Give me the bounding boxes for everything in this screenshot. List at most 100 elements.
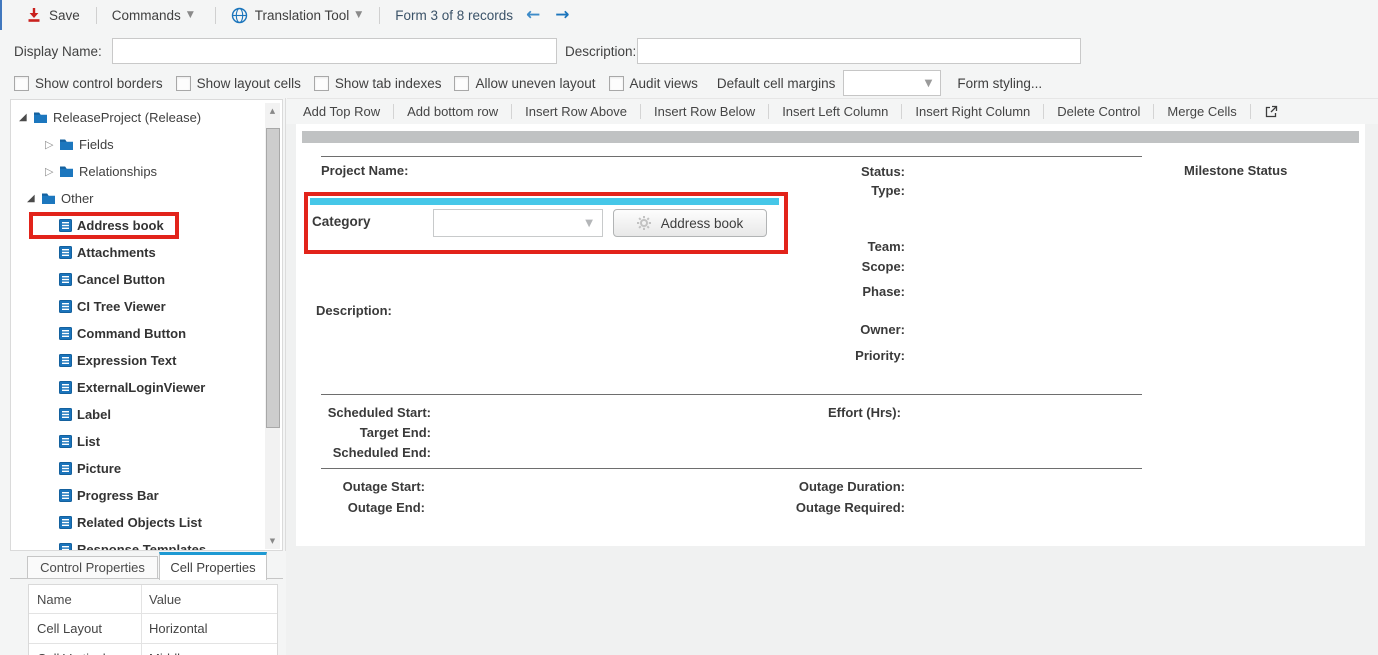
collapse-arrow-icon[interactable]: ◢ xyxy=(19,113,33,123)
checkbox-box[interactable] xyxy=(176,76,191,91)
tree-item-label: Picture xyxy=(77,461,121,476)
tree-item-label[interactable]: Label xyxy=(11,401,265,428)
display-name-input[interactable] xyxy=(112,38,557,64)
form-label-scheduled-end[interactable]: Scheduled End: xyxy=(333,445,431,460)
insert-left-column-button[interactable]: Insert Left Column xyxy=(782,104,888,119)
tree-item-label: Label xyxy=(77,407,111,422)
form-label-outage-duration[interactable]: Outage Duration: xyxy=(799,479,905,494)
description-input[interactable] xyxy=(637,38,1081,64)
horizontal-rule xyxy=(321,394,1142,395)
tree-item-cancel-button[interactable]: Cancel Button xyxy=(11,266,265,293)
checkbox-box[interactable] xyxy=(609,76,624,91)
control-icon xyxy=(59,408,72,421)
form-label-owner[interactable]: Owner: xyxy=(860,322,905,337)
options-row-checkboxes: Show control borders Show layout cells Sho… xyxy=(14,76,711,91)
property-row-cell-layout[interactable]: Cell LayoutHorizontal xyxy=(29,613,277,643)
form-label-target-end[interactable]: Target End: xyxy=(360,425,431,440)
translation-tool-menu-button[interactable]: Translation Tool ▼ xyxy=(231,7,362,24)
form-label-outage-required[interactable]: Outage Required: xyxy=(796,500,905,515)
folder-icon xyxy=(41,192,56,205)
globe-icon xyxy=(231,7,248,24)
tree-item-releaseproject-release[interactable]: ◢ReleaseProject (Release) xyxy=(11,104,265,131)
checkbox-show-control-borders[interactable]: Show control borders xyxy=(14,76,163,91)
tree-item-label: Progress Bar xyxy=(77,488,159,503)
scroll-up-button[interactable]: ▲ xyxy=(265,103,280,119)
description-label: Description: xyxy=(565,44,636,59)
collapse-arrow-icon[interactable]: ◢ xyxy=(27,194,41,204)
property-name: Cell Vertical xyxy=(29,651,141,655)
checkbox-audit-views[interactable]: Audit views xyxy=(609,76,698,91)
form-label-outage-start[interactable]: Outage Start: xyxy=(343,479,425,494)
form-label-outage-end[interactable]: Outage End: xyxy=(348,500,425,515)
folder-icon xyxy=(59,138,74,151)
insert-row-below-button[interactable]: Insert Row Below xyxy=(654,104,755,119)
control-icon xyxy=(59,273,72,286)
tree-item-fields[interactable]: ▷Fields xyxy=(11,131,265,158)
add-top-row-button[interactable]: Add Top Row xyxy=(303,104,380,119)
form-label-team[interactable]: Team: xyxy=(868,239,905,254)
scroll-down-button[interactable]: ▼ xyxy=(265,533,280,549)
toolbar-separator xyxy=(640,104,641,119)
form-label-scheduled-start[interactable]: Scheduled Start: xyxy=(328,405,431,420)
previous-record-button[interactable]: ← xyxy=(526,7,540,24)
checkbox-show-tab-indexes[interactable]: Show tab indexes xyxy=(314,76,442,91)
form-styling-button[interactable]: Form styling... xyxy=(957,76,1042,91)
expand-arrow-icon[interactable]: ▷ xyxy=(45,166,59,177)
checkbox-allow-uneven-layout[interactable]: Allow uneven layout xyxy=(454,76,595,91)
category-dropdown[interactable]: ▼ xyxy=(433,209,603,237)
property-value: Middle xyxy=(141,651,187,655)
tree-item-attachments[interactable]: Attachments xyxy=(11,239,265,266)
form-label-phase[interactable]: Phase: xyxy=(862,284,905,299)
form-label-description[interactable]: Description: xyxy=(316,303,392,318)
checkbox-box[interactable] xyxy=(14,76,29,91)
checkbox-box[interactable] xyxy=(314,76,329,91)
add-bottom-row-button[interactable]: Add bottom row xyxy=(407,104,498,119)
tree-item-externalloginviewer[interactable]: ExternalLoginViewer xyxy=(11,374,265,401)
checkbox-box[interactable] xyxy=(454,76,469,91)
form-design-canvas[interactable]: Project Name: Status: Type: Milestone St… xyxy=(296,124,1365,546)
form-label-status[interactable]: Status: xyxy=(861,164,905,179)
tab-control-properties[interactable]: Control Properties xyxy=(27,556,158,579)
insert-row-above-button[interactable]: Insert Row Above xyxy=(525,104,627,119)
tree-scrollbar[interactable]: ▲ ▼ xyxy=(265,103,280,549)
external-link-icon[interactable] xyxy=(1264,105,1278,119)
tree-item-related-objects-list[interactable]: Related Objects List xyxy=(11,509,265,536)
merge-cells-button[interactable]: Merge Cells xyxy=(1167,104,1236,119)
control-icon xyxy=(59,543,72,551)
tab-cell-properties[interactable]: Cell Properties xyxy=(159,552,267,580)
scrollbar-thumb[interactable] xyxy=(266,128,280,428)
tree-item-expression-text[interactable]: Expression Text xyxy=(11,347,265,374)
next-record-button[interactable]: → xyxy=(555,7,569,24)
insert-right-column-button[interactable]: Insert Right Column xyxy=(915,104,1030,119)
chevron-down-icon: ▼ xyxy=(585,218,593,229)
tree-item-response-templates[interactable]: Response Templates xyxy=(11,536,265,551)
expand-arrow-icon[interactable]: ▷ xyxy=(45,139,59,150)
tree-item-other[interactable]: ◢Other xyxy=(11,185,265,212)
tree-item-list[interactable]: List xyxy=(11,428,265,455)
property-row-cell-vertical[interactable]: Cell VerticalMiddle xyxy=(29,643,277,655)
toolbar-separator xyxy=(1250,104,1251,119)
default-cell-margins-dropdown[interactable]: ▼ xyxy=(843,70,941,96)
control-icon xyxy=(59,354,72,367)
address-book-button[interactable]: Address book xyxy=(613,209,767,237)
commands-menu-button[interactable]: Commands ▼ xyxy=(112,8,194,23)
category-control-label[interactable]: Category xyxy=(312,214,371,229)
form-label-priority[interactable]: Priority: xyxy=(855,348,905,363)
tree-item-picture[interactable]: Picture xyxy=(11,455,265,482)
form-label-type[interactable]: Type: xyxy=(871,183,905,198)
tree-item-relationships[interactable]: ▷Relationships xyxy=(11,158,265,185)
tree-item-label: Related Objects List xyxy=(77,515,202,530)
gear-icon xyxy=(637,216,651,230)
delete-control-button[interactable]: Delete Control xyxy=(1057,104,1140,119)
tree-item-address-book[interactable]: Address book xyxy=(11,212,265,239)
checkbox-show-layout-cells[interactable]: Show layout cells xyxy=(176,76,301,91)
save-button[interactable]: Save xyxy=(26,7,80,23)
tree-item-ci-tree-viewer[interactable]: CI Tree Viewer xyxy=(11,293,265,320)
tree-item-command-button[interactable]: Command Button xyxy=(11,320,265,347)
object-tree-panel: ◢ReleaseProject (Release)▷Fields▷Relatio… xyxy=(10,99,283,551)
form-label-project-name[interactable]: Project Name: xyxy=(321,163,408,178)
form-label-effort-hrs[interactable]: Effort (Hrs): xyxy=(828,405,901,420)
form-label-scope[interactable]: Scope: xyxy=(862,259,905,274)
form-label-milestone-status[interactable]: Milestone Status xyxy=(1184,163,1287,178)
tree-item-progress-bar[interactable]: Progress Bar xyxy=(11,482,265,509)
